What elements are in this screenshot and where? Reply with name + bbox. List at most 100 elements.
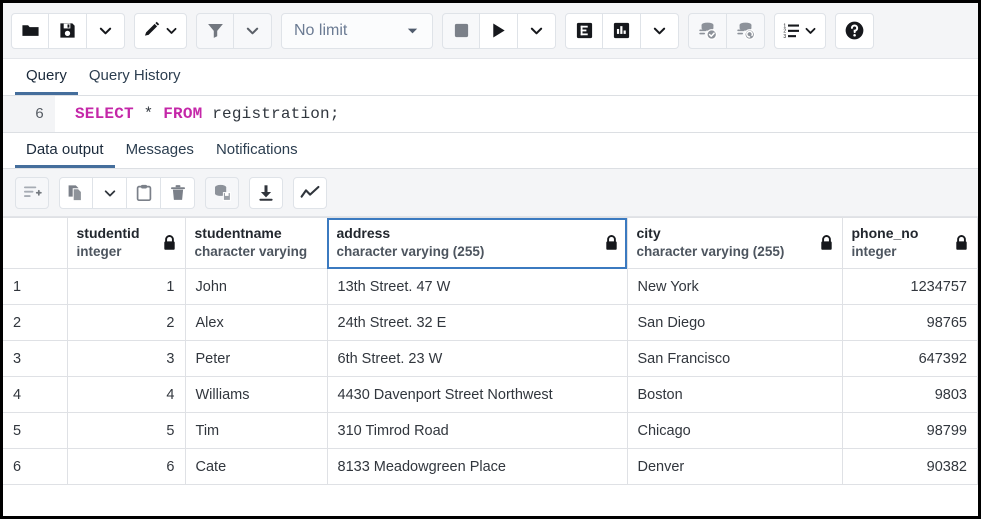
lock-icon (605, 235, 618, 251)
add-row-icon (23, 184, 42, 201)
cell-address[interactable]: 4430 Davenport Street Northwest (327, 377, 627, 413)
row-number-cell: 1 (3, 269, 67, 305)
cell-studentid[interactable]: 6 (67, 449, 185, 485)
copy-options-button[interactable] (93, 177, 127, 209)
cell-city[interactable]: San Francisco (627, 341, 842, 377)
macros-button-group: 1 2 3 (774, 13, 826, 49)
tab-notifications-label: Notifications (216, 141, 298, 158)
sql-editor[interactable]: 6 SELECT * FROM registration; (3, 96, 978, 133)
sql-editor-line[interactable]: SELECT * FROM registration; (55, 105, 340, 123)
cell-studentid[interactable]: 5 (67, 413, 185, 449)
help-button-group (835, 13, 874, 49)
cell-studentid[interactable]: 1 (67, 269, 185, 305)
download-icon (257, 184, 275, 202)
tab-notifications[interactable]: Notifications (205, 133, 309, 168)
stop-square-icon (453, 22, 470, 39)
table-row[interactable]: 2 2 Alex 24th Street. 32 E San Diego 987… (3, 305, 978, 341)
tab-query-history[interactable]: Query History (78, 59, 192, 95)
table-row[interactable]: 6 6 Cate 8133 Meadowgreen Place Denver 9… (3, 449, 978, 485)
cell-studentid[interactable]: 4 (67, 377, 185, 413)
cell-phone-no[interactable]: 1234757 (842, 269, 978, 305)
save-options-button[interactable] (87, 13, 125, 49)
cell-studentname[interactable]: John (185, 269, 327, 305)
play-icon (489, 21, 508, 40)
tab-query-history-label: Query History (89, 67, 181, 84)
cell-city[interactable]: New York (627, 269, 842, 305)
graph-visualiser-button[interactable] (293, 177, 327, 209)
explain-analyze-button[interactable] (603, 13, 641, 49)
filter-button[interactable] (196, 13, 234, 49)
cell-studentname[interactable]: Cate (185, 449, 327, 485)
tab-data-output-label: Data output (26, 141, 104, 158)
cell-city[interactable]: Denver (627, 449, 842, 485)
column-header-city[interactable]: city character varying (255) (627, 218, 842, 269)
cell-address[interactable]: 310 Timrod Road (327, 413, 627, 449)
copy-button[interactable] (59, 177, 93, 209)
save-file-button[interactable] (49, 13, 87, 49)
column-header-studentname[interactable]: studentname character varying (185, 218, 327, 269)
line-number-gutter: 6 (3, 96, 55, 132)
row-limit-select[interactable]: No limit (281, 13, 433, 49)
filter-options-button[interactable] (234, 13, 272, 49)
column-header-studentid[interactable]: studentid integer (67, 218, 185, 269)
table-row[interactable]: 5 5 Tim 310 Timrod Road Chicago 98799 (3, 413, 978, 449)
rollback-button[interactable] (727, 13, 765, 49)
add-row-button[interactable] (15, 177, 49, 209)
explain-options-button[interactable] (641, 13, 679, 49)
cell-studentid[interactable]: 2 (67, 305, 185, 341)
paste-button[interactable] (127, 177, 161, 209)
commit-icon (697, 20, 718, 41)
cell-address[interactable]: 13th Street. 47 W (327, 269, 627, 305)
cell-city[interactable]: Chicago (627, 413, 842, 449)
query-tab-bar: Query Query History (3, 59, 978, 96)
table-row[interactable]: 1 1 John 13th Street. 47 W New York 1234… (3, 269, 978, 305)
cell-address[interactable]: 6th Street. 23 W (327, 341, 627, 377)
commit-button[interactable] (688, 13, 727, 49)
cell-studentname[interactable]: Alex (185, 305, 327, 341)
rollback-icon (735, 20, 756, 41)
open-file-button[interactable] (11, 13, 49, 49)
help-button[interactable] (835, 13, 874, 49)
edit-button[interactable] (134, 13, 187, 49)
column-header-phone-no[interactable]: phone_no integer (842, 218, 978, 269)
paste-icon (135, 184, 153, 202)
stop-query-button[interactable] (442, 13, 480, 49)
column-name: studentid (77, 225, 140, 243)
row-number-cell: 6 (3, 449, 67, 485)
explain-button[interactable] (565, 13, 603, 49)
chevron-down-icon (165, 24, 178, 37)
cell-phone-no[interactable]: 90382 (842, 449, 978, 485)
cell-city[interactable]: San Diego (627, 305, 842, 341)
cell-studentname[interactable]: Williams (185, 377, 327, 413)
execute-query-button[interactable] (480, 13, 518, 49)
tab-query[interactable]: Query (15, 59, 78, 95)
cell-studentid[interactable]: 3 (67, 341, 185, 377)
cell-studentname[interactable]: Tim (185, 413, 327, 449)
cell-studentname[interactable]: Peter (185, 341, 327, 377)
table-row[interactable]: 3 3 Peter 6th Street. 23 W San Francisco… (3, 341, 978, 377)
tab-data-output[interactable]: Data output (15, 133, 115, 168)
cell-phone-no[interactable]: 98765 (842, 305, 978, 341)
execute-options-button[interactable] (518, 13, 556, 49)
cell-phone-no[interactable]: 647392 (842, 341, 978, 377)
cell-phone-no[interactable]: 98799 (842, 413, 978, 449)
macros-button[interactable]: 1 2 3 (774, 13, 826, 49)
trash-icon (169, 184, 187, 202)
tab-messages[interactable]: Messages (115, 133, 205, 168)
add-row-group (15, 177, 49, 209)
result-grid-wrapper[interactable]: studentid integer student (3, 217, 978, 516)
download-csv-button[interactable] (249, 177, 283, 209)
cell-address[interactable]: 8133 Meadowgreen Place (327, 449, 627, 485)
result-grid-header: studentid integer student (3, 218, 978, 269)
table-row[interactable]: 4 4 Williams 4430 Davenport Street North… (3, 377, 978, 413)
save-data-changes-button[interactable] (205, 177, 239, 209)
chevron-down-icon (98, 23, 113, 38)
delete-row-button[interactable] (161, 177, 195, 209)
tab-query-label: Query (26, 67, 67, 84)
sql-token-star: * (134, 105, 163, 123)
cell-phone-no[interactable]: 9803 (842, 377, 978, 413)
cell-city[interactable]: Boston (627, 377, 842, 413)
cell-address[interactable]: 24th Street. 32 E (327, 305, 627, 341)
column-header-address[interactable]: address character varying (255) (327, 218, 627, 269)
sql-token-from: FROM (163, 105, 202, 123)
